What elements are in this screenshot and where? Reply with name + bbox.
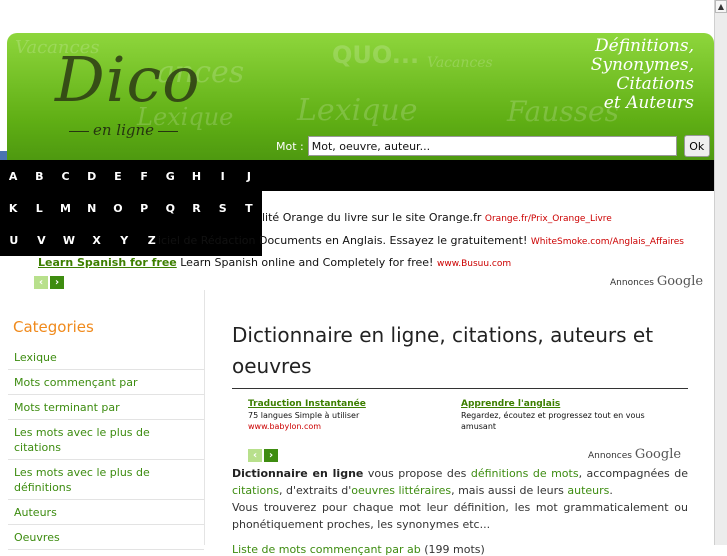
letter-g[interactable]: G xyxy=(157,170,183,183)
header-watermark: QUO... xyxy=(332,41,420,69)
letter-a[interactable]: A xyxy=(0,170,26,183)
ad-pager: ‹ › xyxy=(248,449,278,462)
letter-y[interactable]: Y xyxy=(110,234,138,247)
ad-url[interactable]: www.babylon.com xyxy=(248,421,418,432)
letter-w[interactable]: W xyxy=(55,234,83,247)
link-definitions[interactable]: définitions de mots xyxy=(471,467,579,480)
letter-e[interactable]: E xyxy=(105,170,131,183)
letter-m[interactable]: M xyxy=(52,202,78,215)
letter-k[interactable]: K xyxy=(0,202,26,215)
search-label: Mot : xyxy=(276,139,304,153)
alphabet-row: A B C D E F G H I J xyxy=(0,160,262,192)
logo-subtitle: en ligne xyxy=(65,121,182,139)
tagline-line: Citations xyxy=(616,74,694,94)
inline-ads-footer: ‹ › Annonces Google xyxy=(232,447,688,465)
ad-title[interactable]: Apprendre l'anglais xyxy=(461,399,671,410)
letter-j[interactable]: J xyxy=(236,170,262,183)
sidebar-item-auteurs[interactable]: Auteurs xyxy=(8,500,204,525)
sidebar-item-mots-terminant[interactable]: Mots terminant par xyxy=(8,395,204,420)
ad-text: Learn Spanish online and Completely for … xyxy=(180,256,434,269)
sidebar-item-plus-definitions[interactable]: Les mots avec le plus de définitions xyxy=(8,460,204,500)
link-auteurs[interactable]: auteurs xyxy=(567,484,609,497)
inline-ad[interactable]: Apprendre l'anglais Regardez, écoutez et… xyxy=(461,399,671,432)
inline-ad[interactable]: Traduction Instantanée 75 langues Simple… xyxy=(248,399,418,432)
letter-p[interactable]: P xyxy=(131,202,157,215)
letter-n[interactable]: N xyxy=(79,202,105,215)
ad-title[interactable]: Traduction Instantanée xyxy=(248,399,418,410)
ad-title[interactable]: Learn Spanish for free xyxy=(38,256,177,269)
chevron-right-icon[interactable]: › xyxy=(264,449,278,462)
ad-text: lité Orange du livre sur le site Orange.… xyxy=(262,211,482,224)
ad-line[interactable]: iciel de Rédaction Documents en Anglais.… xyxy=(158,234,684,247)
letter-b[interactable]: B xyxy=(26,170,52,183)
sidebar-title: Categories xyxy=(13,318,94,336)
letter-t[interactable]: T xyxy=(236,202,262,215)
google-logo: Google xyxy=(634,447,682,462)
ad-text: Regardez, écoutez et progressez tout en … xyxy=(461,411,645,431)
header-watermark: Lexique xyxy=(297,93,418,128)
chevron-right-icon[interactable]: › xyxy=(50,276,64,289)
scroll-up-icon[interactable]: ▲ xyxy=(715,0,727,13)
tagline: Définitions, Synonymes, Citations et Aut… xyxy=(591,37,694,113)
alphabet-row: K L M N O P Q R S T xyxy=(0,192,262,224)
ad-url[interactable]: Orange.fr/Prix_Orange_Livre xyxy=(485,214,612,224)
letter-u[interactable]: U xyxy=(0,234,28,247)
vertical-scrollbar[interactable]: ▲ xyxy=(714,0,727,545)
ad-line[interactable]: Learn Spanish for free Learn Spanish onl… xyxy=(38,256,511,269)
letter-x[interactable]: X xyxy=(83,234,111,247)
ad-url[interactable]: www.Busuu.com xyxy=(437,259,511,269)
ads-by-google[interactable]: Annonces Google xyxy=(588,447,681,462)
tagline-line: Définitions, xyxy=(595,36,694,56)
google-logo: Google xyxy=(656,274,704,289)
ad-url[interactable]: WhiteSmoke.com/Anglais_Affaires xyxy=(531,237,684,247)
tagline-line: Synonymes, xyxy=(590,55,694,75)
top-strip xyxy=(0,0,714,33)
sidebar-item-oeuvres[interactable]: Oeuvres xyxy=(8,525,204,550)
sidebar-item-lexique[interactable]: Lexique xyxy=(8,345,204,370)
letter-h[interactable]: H xyxy=(183,170,209,183)
letter-o[interactable]: O xyxy=(105,202,131,215)
sidebar-item-plus-citations[interactable]: Les mots avec le plus de citations xyxy=(8,420,204,460)
chevron-left-icon[interactable]: ‹ xyxy=(34,276,48,289)
intro-bold: Dictionnaire en ligne xyxy=(232,467,364,480)
ad-pager: ‹ › xyxy=(34,276,64,289)
letter-s[interactable]: S xyxy=(210,202,236,215)
sidebar: Categories Lexique Mots commençant par M… xyxy=(8,290,205,550)
ad-text: iciel de Rédaction Documents en Anglais.… xyxy=(158,234,528,247)
header-watermark: Vacances xyxy=(427,55,493,71)
inline-ads: Traduction Instantanée 75 langues Simple… xyxy=(232,399,688,449)
tagline-line: et Auteurs xyxy=(603,93,694,113)
sidebar-item-mots-commencant[interactable]: Mots commençant par xyxy=(8,370,204,395)
letter-r[interactable]: R xyxy=(183,202,209,215)
intro-text: Dictionnaire en ligne vous propose des d… xyxy=(232,467,688,531)
letter-f[interactable]: F xyxy=(131,170,157,183)
search-button[interactable]: Ok xyxy=(683,135,710,157)
search-form: Mot : Ok xyxy=(276,135,710,157)
letter-i[interactable]: I xyxy=(210,170,236,183)
intro-paragraph: Vous trouverez pour chaque mot leur défi… xyxy=(232,501,688,531)
ad-text: 75 langues Simple à utiliser xyxy=(248,411,360,420)
letter-d[interactable]: D xyxy=(79,170,105,183)
link-citations[interactable]: citations xyxy=(232,484,279,497)
ad-line[interactable]: lité Orange du livre sur le site Orange.… xyxy=(262,211,612,224)
letter-c[interactable]: C xyxy=(52,170,78,183)
letter-l[interactable]: L xyxy=(26,202,52,215)
ads-by-google[interactable]: Annonces Google xyxy=(610,274,703,289)
link-oeuvres[interactable]: oeuvres littéraires xyxy=(351,484,451,497)
logo[interactable]: Dico xyxy=(55,43,201,116)
letter-q[interactable]: Q xyxy=(157,202,183,215)
letter-v[interactable]: V xyxy=(28,234,56,247)
search-input[interactable] xyxy=(307,136,677,156)
main-content: Dictionnaire en ligne, citations, auteur… xyxy=(232,320,688,556)
chevron-left-icon[interactable]: ‹ xyxy=(248,449,262,462)
page-title: Dictionnaire en ligne, citations, auteur… xyxy=(232,320,688,389)
